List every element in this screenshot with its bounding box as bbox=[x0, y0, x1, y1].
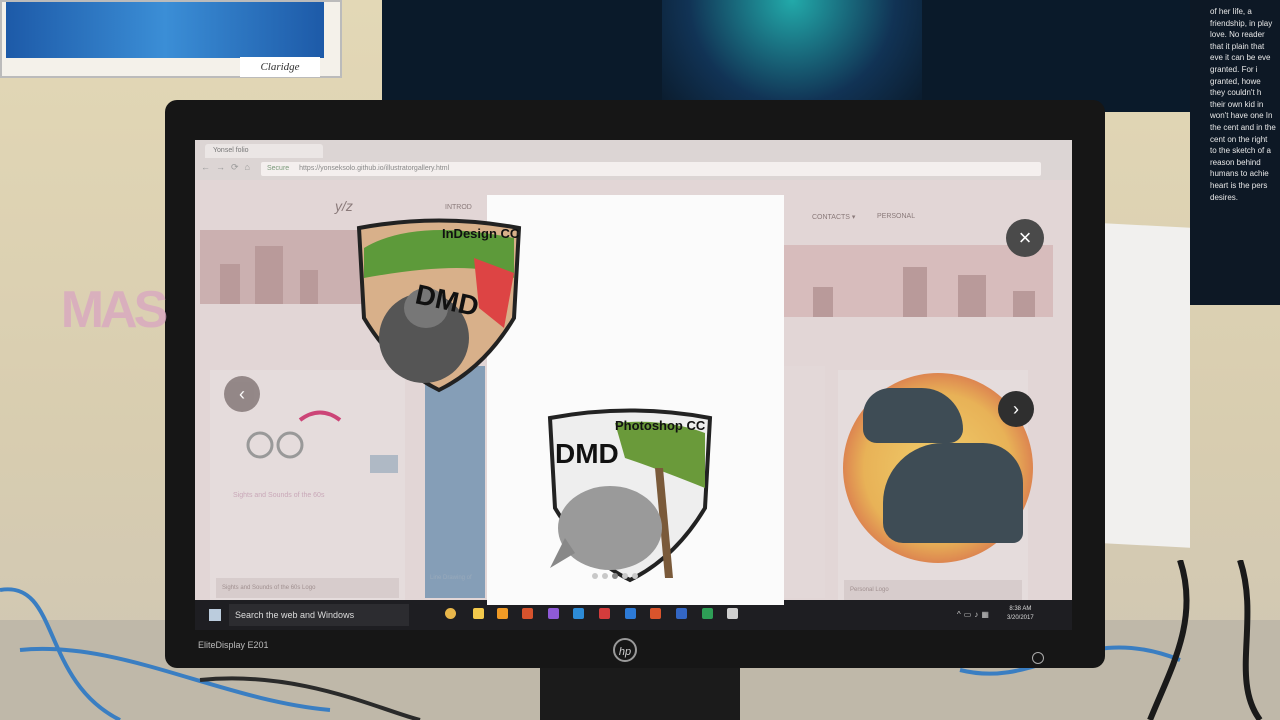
indesign-shield-image[interactable]: InDesign CC DMD bbox=[354, 218, 524, 393]
animate-icon[interactable] bbox=[522, 608, 533, 619]
gear-icon[interactable] bbox=[727, 608, 738, 619]
powerpoint-icon[interactable] bbox=[650, 608, 661, 619]
illustrator-icon[interactable] bbox=[497, 608, 508, 619]
carousel-dot[interactable] bbox=[622, 573, 628, 579]
nav-contacts[interactable]: CONTACTS ▾ bbox=[812, 213, 855, 221]
chrome-icon[interactable] bbox=[445, 608, 456, 619]
lightbox-next-button[interactable]: › bbox=[998, 391, 1034, 427]
card-caption: Personal Logo bbox=[844, 580, 1022, 600]
clock-date: 3/20/2017 bbox=[1007, 615, 1034, 621]
poster-brand-label: Claridge bbox=[240, 57, 320, 77]
file-explorer-icon[interactable] bbox=[473, 608, 484, 619]
card-caption: Sights and Sounds of the 60s Logo bbox=[216, 578, 399, 598]
header-skyline-right bbox=[783, 245, 1053, 317]
monitor-model-label: EliteDisplay E201 bbox=[198, 640, 269, 650]
windows-start-icon[interactable] bbox=[209, 609, 221, 621]
carousel-dot[interactable] bbox=[602, 573, 608, 579]
taskbar-clock[interactable]: 8:38 AM 3/20/2017 bbox=[1007, 605, 1034, 623]
acrobat-icon[interactable] bbox=[599, 608, 610, 619]
lightbox-prev-button[interactable]: ‹ bbox=[224, 376, 260, 412]
photoshop-icon[interactable] bbox=[573, 608, 584, 619]
address-bar[interactable]: Secure https://yonseksolo.github.io/illu… bbox=[261, 162, 1041, 176]
wall-poster-top bbox=[382, 0, 1200, 112]
tree-silhouette bbox=[863, 388, 963, 443]
photoshop-letters: DMD bbox=[555, 438, 619, 469]
premiere-icon[interactable] bbox=[548, 608, 559, 619]
lion-silhouette bbox=[883, 443, 1023, 543]
wall-poster-right: of her life, a friendship, in play love.… bbox=[1190, 0, 1280, 305]
nav-personal[interactable]: PERSONAL bbox=[877, 213, 915, 220]
power-icon[interactable] bbox=[1032, 652, 1044, 664]
line-drawing-caption: Line Drawing of bbox=[430, 575, 472, 581]
poster-glow bbox=[662, 0, 922, 112]
monitor-stand bbox=[540, 668, 740, 720]
photoshop-title: Photoshop CC bbox=[615, 418, 706, 433]
photoshop-shield-image[interactable]: Photoshop CC DMD bbox=[545, 408, 715, 583]
outlook-icon[interactable] bbox=[625, 608, 636, 619]
word-icon[interactable] bbox=[676, 608, 687, 619]
browser-nav-icons[interactable]: ←→⟳⌂ bbox=[201, 162, 256, 173]
clock-time: 8:38 AM bbox=[1009, 606, 1032, 612]
carousel-dot[interactable] bbox=[632, 573, 638, 579]
nav-introduction[interactable]: INTROD bbox=[445, 204, 472, 211]
taskbar-search[interactable]: Search the web and Windows bbox=[229, 604, 409, 626]
excel-icon[interactable] bbox=[702, 608, 713, 619]
poster-artwork bbox=[6, 2, 324, 58]
carousel-dot[interactable] bbox=[592, 573, 598, 579]
sixties-logo-decoration bbox=[246, 410, 398, 473]
secure-label: Secure bbox=[267, 165, 290, 172]
gallery-card-line-drawing[interactable] bbox=[425, 366, 485, 598]
sixties-subtitle: Sights and Sounds of the 60s bbox=[233, 492, 325, 499]
carousel-dots bbox=[592, 573, 638, 579]
site-logo[interactable]: y/z bbox=[335, 198, 353, 214]
sixties-logo-art: MAS bbox=[60, 281, 169, 339]
system-tray-icons[interactable]: ^▭♪▦ bbox=[957, 610, 992, 619]
browser-tab[interactable]: Yonsel folio bbox=[205, 144, 323, 158]
carousel-dot-active[interactable] bbox=[612, 573, 618, 579]
hp-logo: hp bbox=[613, 638, 637, 662]
url-text: https://yonseksolo.github.io/illustrator… bbox=[299, 165, 450, 172]
indesign-title: InDesign CC bbox=[442, 226, 520, 241]
browser-chrome: Yonsel folio ←→⟳⌂ Secure https://yonseks… bbox=[195, 140, 1072, 180]
wall-poster-left: Claridge bbox=[0, 0, 342, 78]
lightbox-close-button[interactable]: × bbox=[1006, 219, 1044, 257]
poster-text: of her life, a friendship, in play love.… bbox=[1210, 7, 1276, 202]
